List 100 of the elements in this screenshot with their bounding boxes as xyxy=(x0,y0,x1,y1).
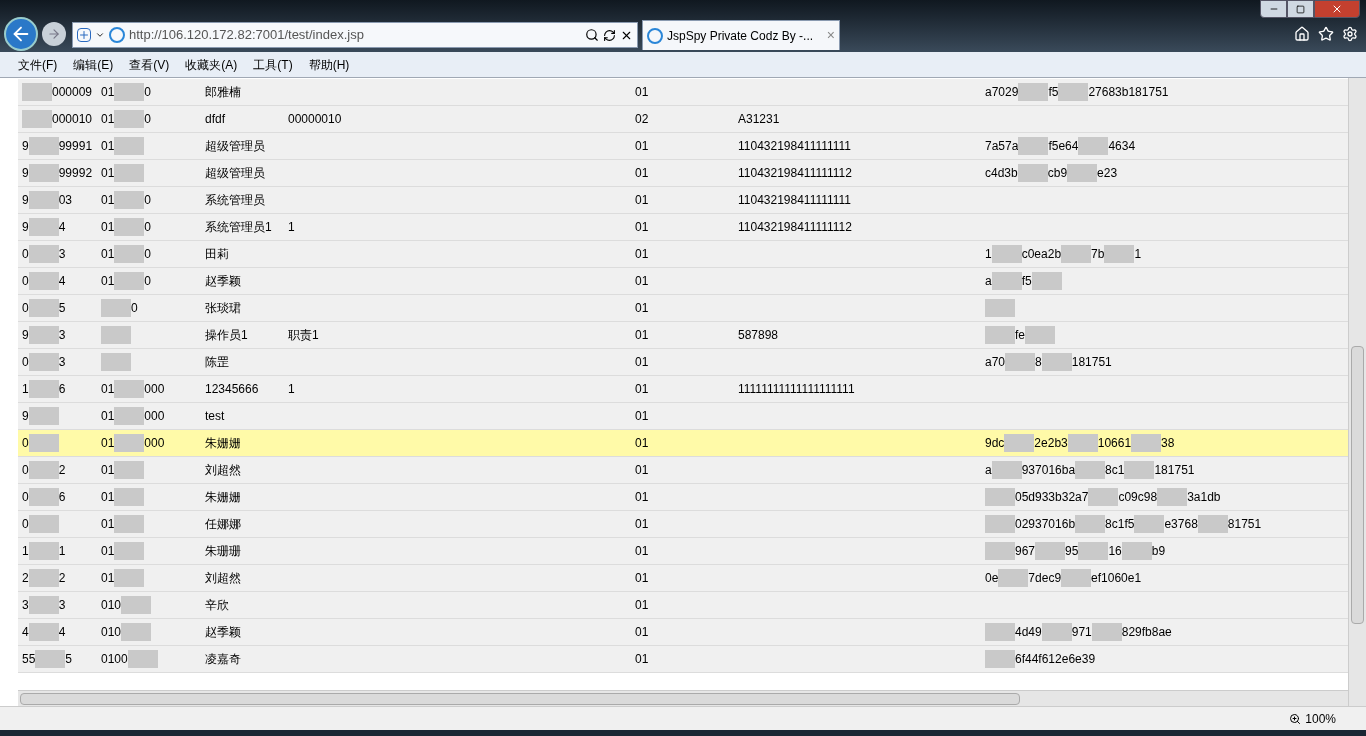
table-row[interactable]: 3 3 010 辛欣 01 xyxy=(18,592,1348,619)
tab-title: JspSpy Private Codz By -... xyxy=(667,27,814,45)
redaction-mark xyxy=(28,569,59,587)
cell-text: 4 xyxy=(58,219,66,236)
cell-text: 01 xyxy=(101,138,115,155)
table-row[interactable]: 000009 01 0 郎雅楠 01 a7029 f5 27683b181751 xyxy=(18,79,1348,106)
table-row[interactable]: 000010 01 0 dfdf 00000010 02 A31231 xyxy=(18,106,1348,133)
redaction-mark xyxy=(985,326,1015,344)
redaction-mark xyxy=(28,218,59,236)
redaction-mark xyxy=(28,461,59,479)
table-row[interactable]: 9 99992 01 超级管理员 01 110432198411111112 c4d3b cb9 e23 xyxy=(18,160,1348,187)
table-cell-text: 郎雅楠 xyxy=(205,84,241,101)
vertical-scrollbar[interactable] xyxy=(1348,78,1366,706)
menu-item[interactable]: 帮助(H) xyxy=(308,55,350,74)
horizontal-scrollbar[interactable] xyxy=(18,690,1348,706)
table-row[interactable]: 0 2 01 刘超然 01 a 937016ba 8c1 181751 xyxy=(18,457,1348,484)
table-cell-text: 01 xyxy=(635,516,649,533)
menu-item[interactable]: 工具(T) xyxy=(253,55,293,74)
redaction-mark xyxy=(22,110,52,128)
cell-text: 9 xyxy=(22,138,29,155)
table-row[interactable]: 9 99991 01 超级管理员 01 110432198411111111 7a57a f5e64 4634 xyxy=(18,133,1348,160)
table-row[interactable]: 9 3 操作员1 职责1 01 587898 fe xyxy=(18,322,1348,349)
table-row[interactable]: 0 3 陈罡 01 a70 8 181751 xyxy=(18,349,1348,376)
cell-text: 1 xyxy=(1134,246,1142,263)
menu-item[interactable]: 文件(F) xyxy=(18,55,58,74)
table-row[interactable]: 0 5 0 张琰珺 01 xyxy=(18,295,1348,322)
minimize-button[interactable] xyxy=(1260,0,1287,18)
refresh-icon[interactable] xyxy=(603,28,616,42)
zoom-level[interactable]: 100% xyxy=(1305,709,1336,728)
cell-text: 01 xyxy=(101,408,115,425)
table-cell-text: 张琰珺 xyxy=(205,300,241,317)
cell-text: 9 xyxy=(22,192,29,209)
cell-text: 1 xyxy=(22,381,29,398)
cell-text: 9 xyxy=(22,165,29,182)
cell-text: 0 xyxy=(22,246,29,263)
menu-item[interactable]: 收藏夹(A) xyxy=(185,55,238,74)
table-cell-text: 赵季颖 xyxy=(205,273,241,290)
table-row[interactable]: 9 03 01 0 系统管理员 01 110432198411111111 xyxy=(18,187,1348,214)
address-bar[interactable]: http://106.120.172.82:7001/test/index.jsp xyxy=(72,22,638,48)
table-row[interactable]: 55 5 0100 凌嘉奇 01 6f44f612e6e39 xyxy=(18,646,1348,673)
redaction-mark xyxy=(1157,488,1188,506)
table-row[interactable]: 9 4 01 0 系统管理员1 1 01 110432198411111112 xyxy=(18,214,1348,241)
table-cell-text: 01 xyxy=(635,219,649,236)
favorites-icon[interactable] xyxy=(1318,26,1334,42)
table-row[interactable]: 0 3 01 0 田莉 01 1 c0ea2b 7b 1 xyxy=(18,241,1348,268)
cell-text: b9 xyxy=(1151,543,1166,560)
cell-text: 010 xyxy=(101,624,122,641)
dropdown-icon[interactable] xyxy=(95,30,105,40)
table-cell-text: 刘超然 xyxy=(205,570,241,587)
cell-text: fe xyxy=(1015,327,1025,344)
home-icon[interactable] xyxy=(1294,26,1310,42)
table-row[interactable]: 0 01 000 朱姗姗 01 9dc 2e2b3 10661 38 xyxy=(18,430,1348,457)
redaction-mark xyxy=(1124,461,1155,479)
cell-text: 8c1 xyxy=(1105,462,1125,479)
maximize-button[interactable] xyxy=(1287,0,1314,18)
table-row[interactable]: 0 01 任娜娜 01 02937016b 8c1f5 e3768 81751 xyxy=(18,511,1348,538)
table-row[interactable]: 2 2 01 刘超然 01 0e 7dec9 ef1060e1 xyxy=(18,565,1348,592)
search-icon[interactable] xyxy=(585,28,599,42)
redaction-mark xyxy=(1018,137,1049,155)
redaction-mark xyxy=(28,488,59,506)
cell-text: 0 xyxy=(144,111,152,128)
table-row[interactable]: 1 1 01 朱珊珊 01 967 95 16 b9 xyxy=(18,538,1348,565)
redaction-mark xyxy=(114,461,145,479)
scroll-thumb[interactable] xyxy=(20,692,1020,705)
zoom-icon[interactable] xyxy=(1289,712,1302,725)
cell-text: 6 xyxy=(58,381,66,398)
redaction-mark xyxy=(1058,83,1089,101)
settings-icon[interactable] xyxy=(1342,26,1358,42)
redaction-mark xyxy=(28,353,59,371)
cell-text: 3a1db xyxy=(1187,489,1221,506)
table-row[interactable]: 0 6 01 朱姗姗 01 05d933b32a7 c09c98 3a1db xyxy=(18,484,1348,511)
table-row[interactable]: 4 4 010 赵季颖 01 4d49 971 829fb8ae xyxy=(18,619,1348,646)
cell-text: 01 xyxy=(101,381,115,398)
redaction-mark xyxy=(114,137,145,155)
cell-text: 01 xyxy=(101,273,115,290)
menu-item[interactable]: 编辑(E) xyxy=(73,55,114,74)
redaction-mark xyxy=(991,272,1022,290)
redaction-mark xyxy=(114,191,145,209)
table-cell-text: 01 xyxy=(635,273,649,290)
table-cell-text: 11111111111111111111 xyxy=(738,381,855,398)
browser-tab[interactable]: JspSpy Private Codz By -... × xyxy=(642,20,840,50)
back-button[interactable] xyxy=(4,17,38,51)
redaction-mark xyxy=(28,623,59,641)
redaction-mark xyxy=(114,164,145,182)
table-row[interactable]: 1 6 01 000 12345666 1 01 11111111111111111111 xyxy=(18,376,1348,403)
forward-button[interactable] xyxy=(42,22,66,46)
cell-text: f5e64 xyxy=(1048,138,1079,155)
table-cell-text: 朱姗姗 xyxy=(205,489,241,506)
table-cell-text: 赵季颖 xyxy=(205,624,241,641)
table-row[interactable]: 0 4 01 0 赵季颖 01 a f5 xyxy=(18,268,1348,295)
cell-text: 01 xyxy=(101,165,115,182)
table-row[interactable]: 9 01 000 test 01 xyxy=(18,403,1348,430)
table-cell-text: dfdf xyxy=(205,111,225,128)
menu-item[interactable]: 查看(V) xyxy=(129,55,170,74)
redaction-mark xyxy=(1061,245,1092,263)
redaction-mark xyxy=(998,569,1029,587)
add-site-icon[interactable] xyxy=(77,28,91,42)
cell-text: 55 xyxy=(22,651,36,668)
table-cell-text: 系统管理员 xyxy=(205,192,265,209)
scroll-thumb[interactable] xyxy=(1351,346,1364,624)
